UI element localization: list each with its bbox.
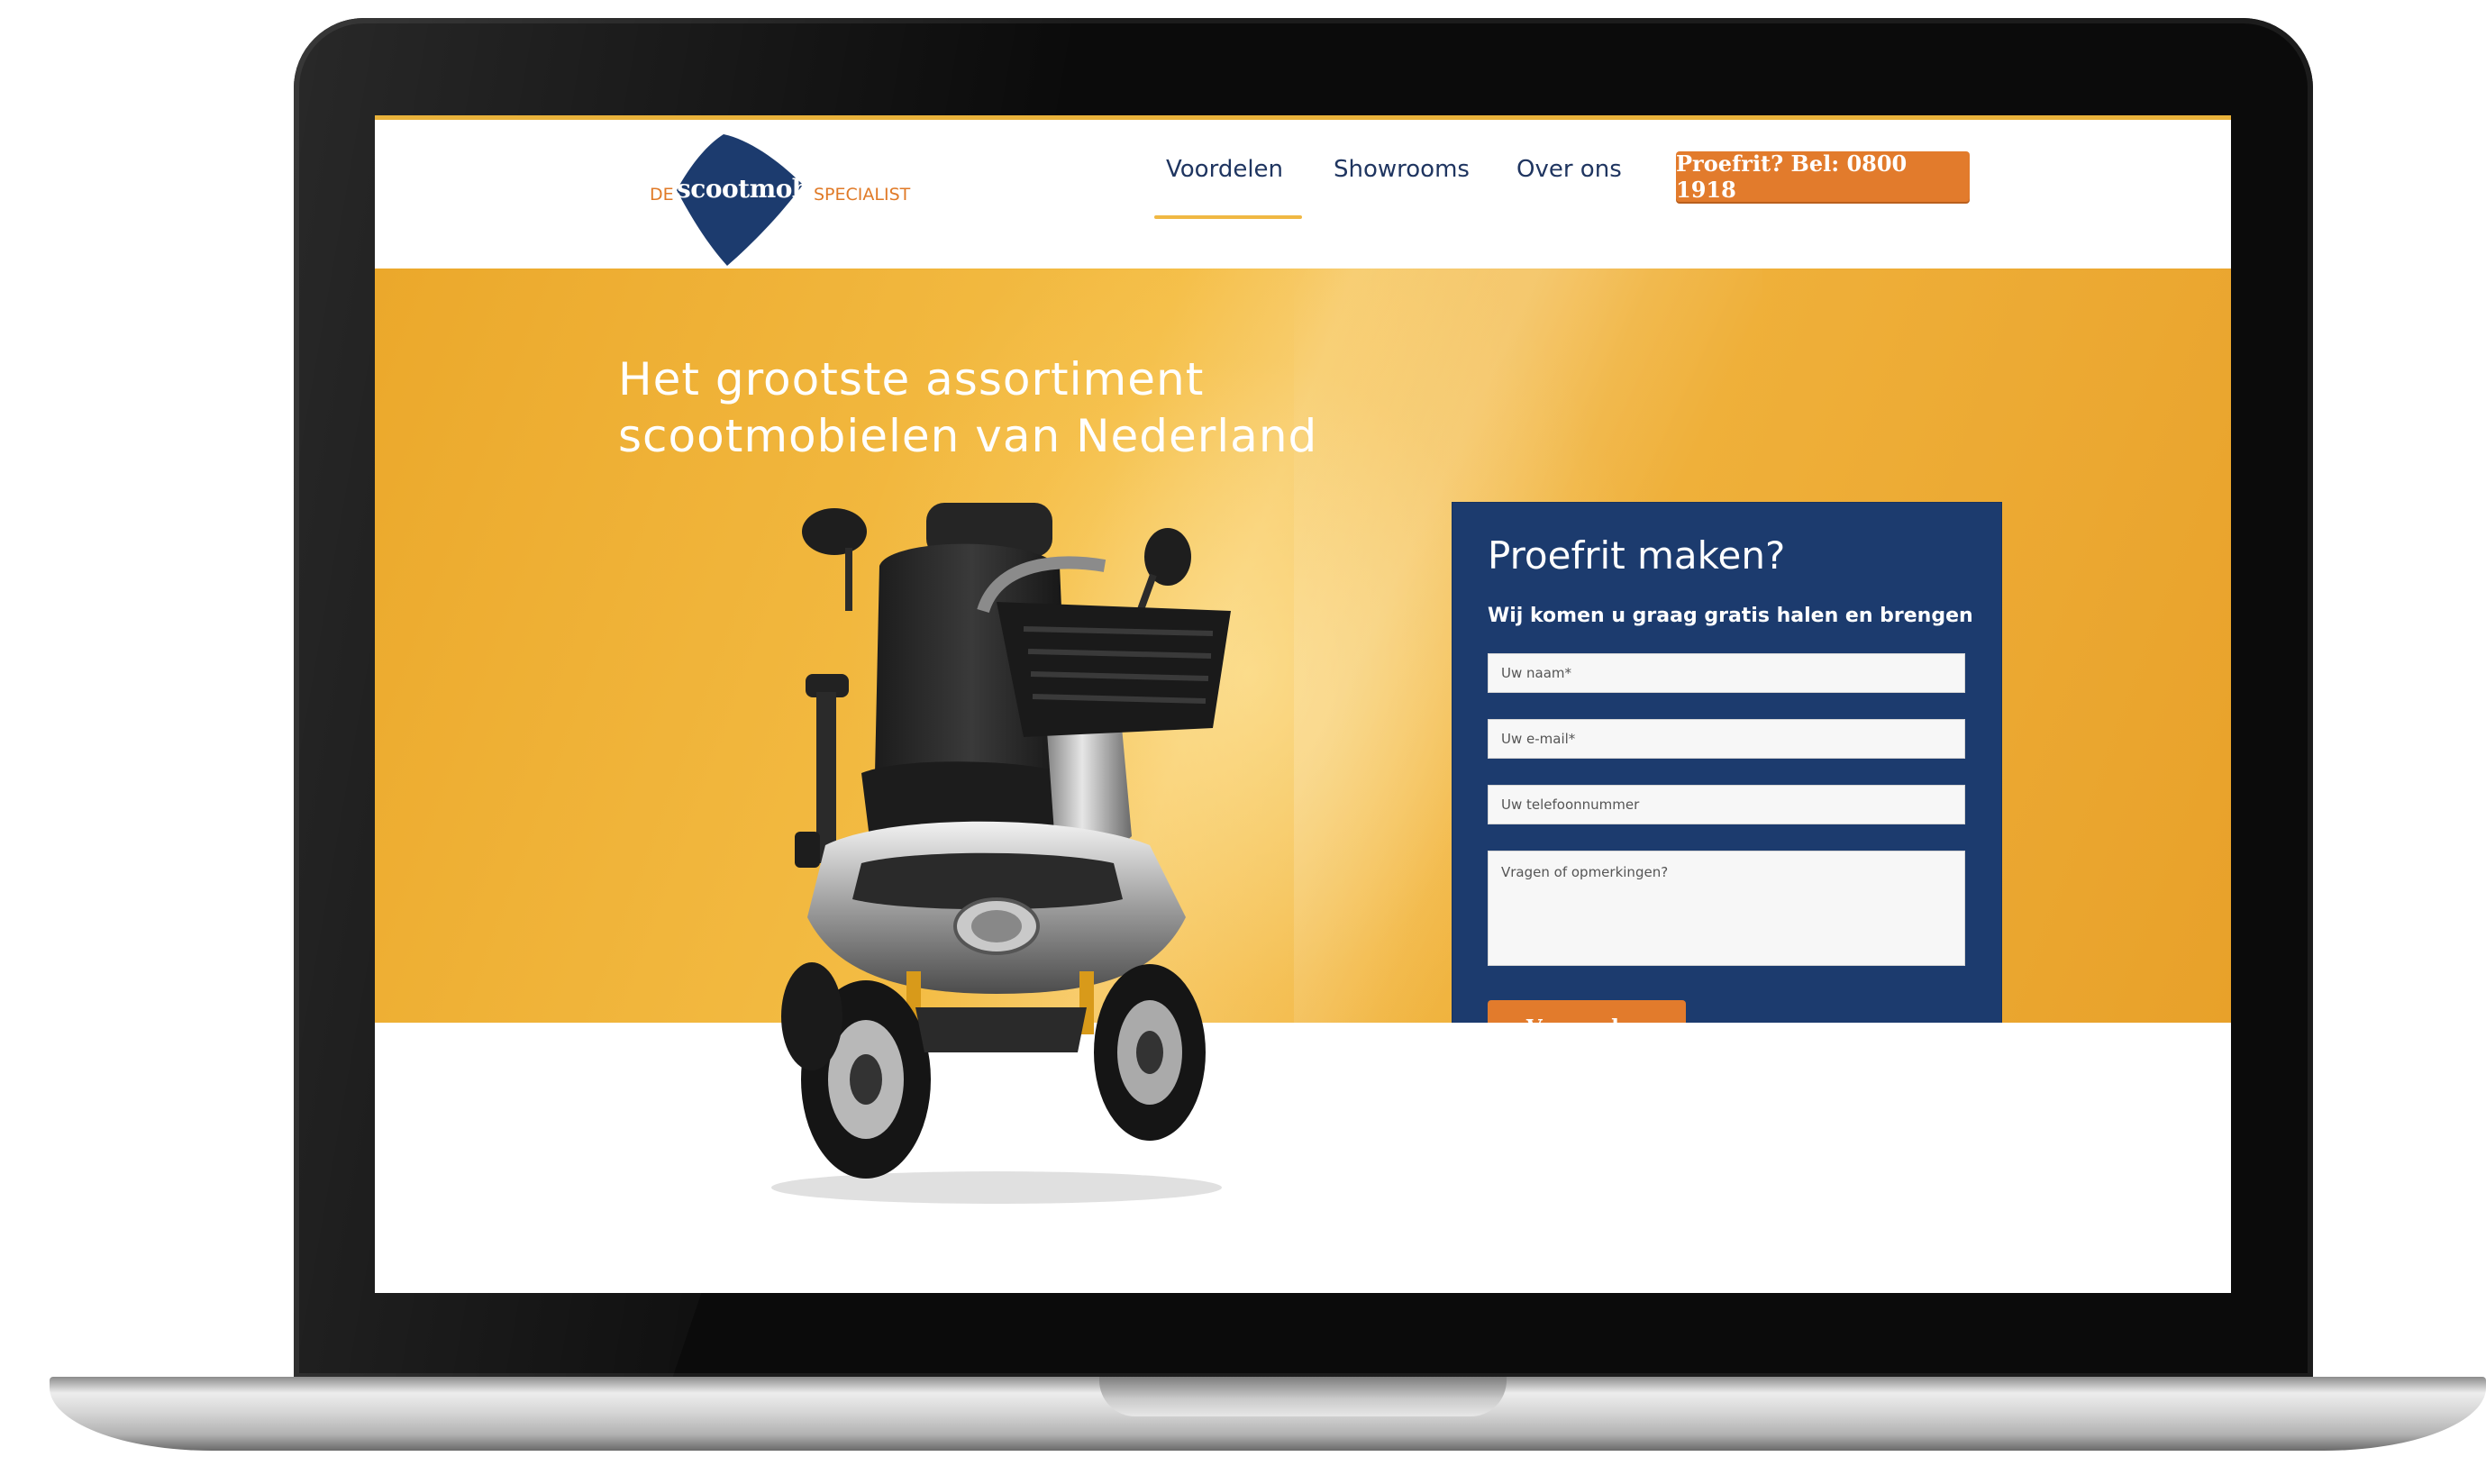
laptop-base-notch: [1099, 1377, 1507, 1416]
logo-suffix: SPECIALIST: [814, 185, 911, 205]
logo-prefix: DE: [650, 185, 674, 205]
website-screen: DE scootmobiel SPECIALIST Voordelen Show…: [375, 115, 2231, 1293]
email-field[interactable]: [1488, 719, 1965, 759]
mobility-scooter-image: [771, 503, 1231, 1204]
nav-item-voordelen[interactable]: Voordelen: [1166, 156, 1283, 183]
comments-field[interactable]: [1488, 851, 1965, 966]
site-header: DE scootmobiel SPECIALIST Voordelen Show…: [375, 120, 2231, 269]
proefrit-form: Proefrit maken? Wij komen u graag gratis…: [1452, 503, 2001, 1023]
hero-headline-line1: Het grootste assortiment: [618, 353, 1205, 405]
hero-banner: Het grootste assortiment scootmobielen v…: [375, 269, 2231, 1023]
phone-field[interactable]: [1488, 785, 1965, 824]
hero-headline: Het grootste assortiment scootmobielen v…: [618, 351, 1429, 465]
nav-active-indicator: [1154, 215, 1302, 219]
form-title: Proefrit maken?: [1488, 533, 1786, 578]
form-subtitle: Wij komen u graag gratis halen en brenge…: [1488, 605, 1973, 627]
nav-item-showrooms[interactable]: Showrooms: [1334, 156, 1470, 183]
site-logo[interactable]: DE scootmobiel SPECIALIST: [650, 132, 938, 268]
name-field[interactable]: [1488, 653, 1965, 693]
submit-button[interactable]: Verzenden: [1488, 1000, 1686, 1023]
nav-item-over-ons[interactable]: Over ons: [1516, 156, 1622, 183]
call-proefrit-button[interactable]: Proefrit? Bel: 0800 1918: [1676, 150, 1970, 203]
hero-headline-line2: scootmobielen van Nederland: [618, 410, 1318, 462]
